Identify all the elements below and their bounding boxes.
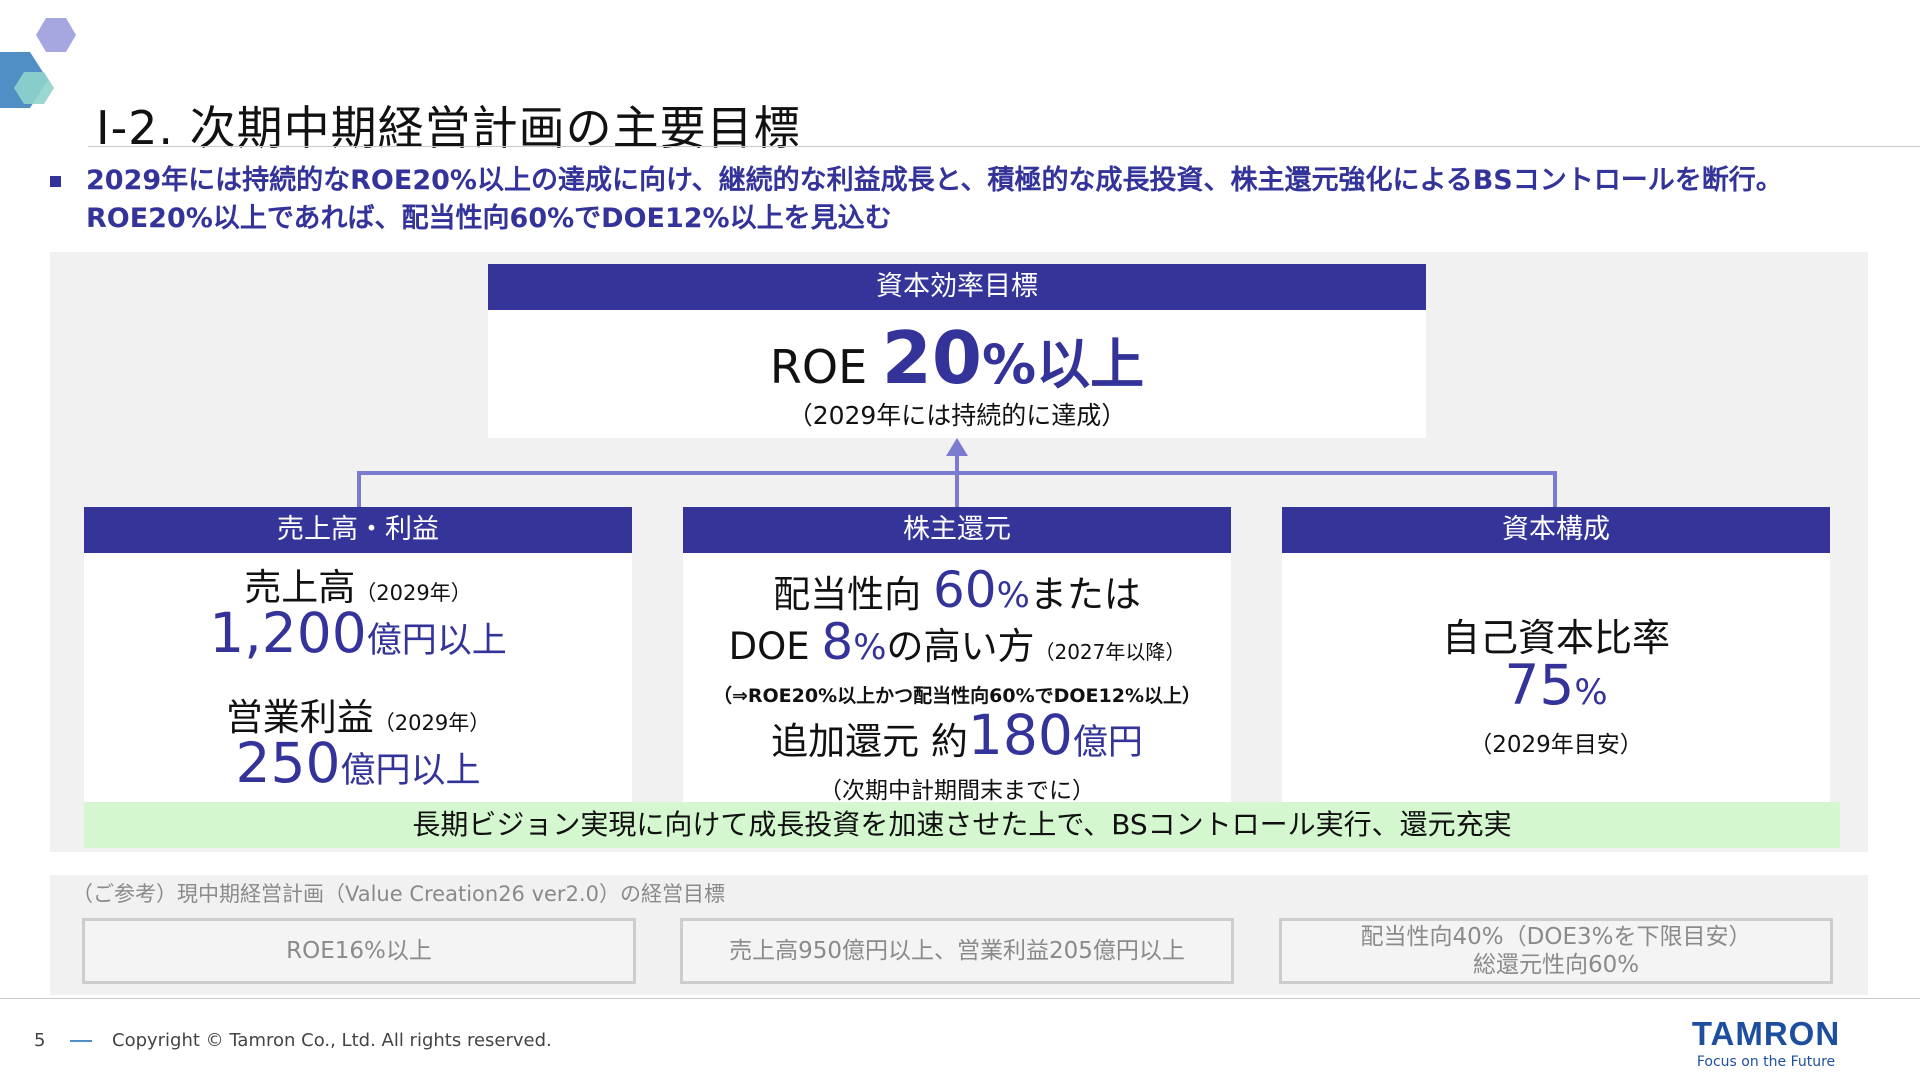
roe-value: 20 bbox=[881, 316, 982, 400]
reference-roe-box: ROE16%以上 bbox=[82, 918, 636, 984]
sales-value-row: 1,200億円以上 bbox=[84, 601, 632, 665]
doe-row: DOE 8%の高い方（2027年以降） bbox=[683, 613, 1231, 671]
reference-title: （ご参考）現中期経営計画（Value Creation26 ver2.0）の経営… bbox=[72, 882, 725, 906]
reference-sales-box: 売上高950億円以上、営業利益205億円以上 bbox=[680, 918, 1234, 984]
add-value: 180 bbox=[967, 703, 1073, 767]
equity-ratio-note: （2029年目安） bbox=[1469, 732, 1643, 758]
op-value: 250 bbox=[235, 731, 341, 795]
payout-value: 60 bbox=[932, 561, 997, 619]
shareholder-return-header: 株主還元 bbox=[683, 507, 1231, 553]
reference-return-line2: 総還元性向60% bbox=[1472, 952, 1640, 978]
lead-line-2: ROE20%以上であれば、配当性向60%でDOE12%以上を見込む bbox=[86, 203, 892, 234]
capital-structure-header: 資本構成 bbox=[1282, 507, 1830, 553]
roe-unit: %以上 bbox=[981, 333, 1145, 396]
equity-ratio-value: 75 bbox=[1504, 653, 1575, 717]
logo-tagline: Focus on the Future bbox=[1696, 1054, 1836, 1070]
equity-ratio-row: 75% bbox=[1282, 653, 1830, 717]
lead-text: 2029年には持続的なROE20%以上の達成に向け、継続的な利益成長と、積極的な… bbox=[86, 162, 1783, 238]
equity-ratio-unit: % bbox=[1574, 673, 1608, 713]
doe-suffix: の高い方 bbox=[886, 625, 1035, 668]
payout-unit: % bbox=[996, 576, 1030, 616]
reference-return-box: 配当性向40%（DOE3%を下限目安） 総還元性向60% bbox=[1279, 918, 1833, 984]
connector-left bbox=[357, 471, 361, 507]
add-label: 追加還元 約 bbox=[771, 720, 968, 763]
op-value-row: 250億円以上 bbox=[84, 731, 632, 795]
add-note: （次期中計期間末までに） bbox=[819, 778, 1095, 804]
payout-suffix: または bbox=[1029, 573, 1141, 616]
sales-profit-header: 売上高・利益 bbox=[84, 507, 632, 553]
bullet-square-icon bbox=[50, 176, 61, 187]
tamron-logo: TAMRON Focus on the Future bbox=[1676, 1015, 1856, 1071]
roe-label: ROE bbox=[769, 340, 882, 394]
title-divider bbox=[88, 146, 1920, 147]
page-number: 5 bbox=[34, 1030, 46, 1051]
arrow-up-icon bbox=[946, 438, 968, 456]
doe-value: 8 bbox=[821, 613, 854, 671]
footer-dash bbox=[70, 1040, 92, 1042]
footer-divider bbox=[0, 998, 1920, 999]
sales-value: 1,200 bbox=[209, 601, 367, 665]
roe-note: （2029年には持続的に達成） bbox=[787, 401, 1127, 430]
shareholder-return-box: 配当性向 60%または DOE 8%の高い方（2027年以降） （⇒ROE20%… bbox=[683, 553, 1231, 804]
hexagon-decoration bbox=[0, 18, 82, 108]
payout-label: 配当性向 bbox=[773, 573, 933, 616]
reference-roe: ROE16%以上 bbox=[286, 938, 432, 964]
capital-structure-box: 自己資本比率 75% （2029年目安） bbox=[1282, 553, 1830, 802]
logo-text: TAMRON bbox=[1691, 1015, 1841, 1052]
sales-profit-box: 売上高（2029年） 1,200億円以上 営業利益（2029年） 250億円以上 bbox=[84, 553, 632, 802]
connector-right bbox=[1553, 471, 1557, 507]
op-unit: 億円以上 bbox=[340, 751, 481, 791]
connector-center bbox=[955, 450, 959, 507]
doe-label: DOE bbox=[728, 625, 822, 668]
payout-row: 配当性向 60%または bbox=[683, 561, 1231, 619]
additional-return-row: 追加還元 約180億円 bbox=[683, 703, 1231, 767]
capital-efficiency-box: ROE 20%以上 （2029年には持続的に達成） bbox=[488, 310, 1426, 438]
capital-efficiency-header: 資本効率目標 bbox=[488, 264, 1426, 310]
reference-sales: 売上高950億円以上、営業利益205億円以上 bbox=[729, 938, 1185, 964]
reference-return-line1: 配当性向40%（DOE3%を下限目安） bbox=[1360, 924, 1752, 950]
roe-target: ROE 20%以上 bbox=[488, 316, 1426, 400]
lead-line-1: 2029年には持続的なROE20%以上の達成に向け、継続的な利益成長と、積極的な… bbox=[86, 165, 1783, 196]
vision-banner: 長期ビジョン実現に向けて成長投資を加速させた上で、BSコントロール実行、還元充実 bbox=[84, 802, 1840, 848]
add-unit: 億円 bbox=[1072, 723, 1143, 763]
page-title: Ⅰ-2. 次期中期経営計画の主要目標 bbox=[96, 101, 801, 155]
doe-unit: % bbox=[853, 628, 887, 668]
sales-unit: 億円以上 bbox=[366, 621, 507, 661]
copyright: Copyright © Tamron Co., Ltd. All rights … bbox=[112, 1030, 552, 1051]
doe-note: （2027年以降） bbox=[1034, 640, 1186, 664]
